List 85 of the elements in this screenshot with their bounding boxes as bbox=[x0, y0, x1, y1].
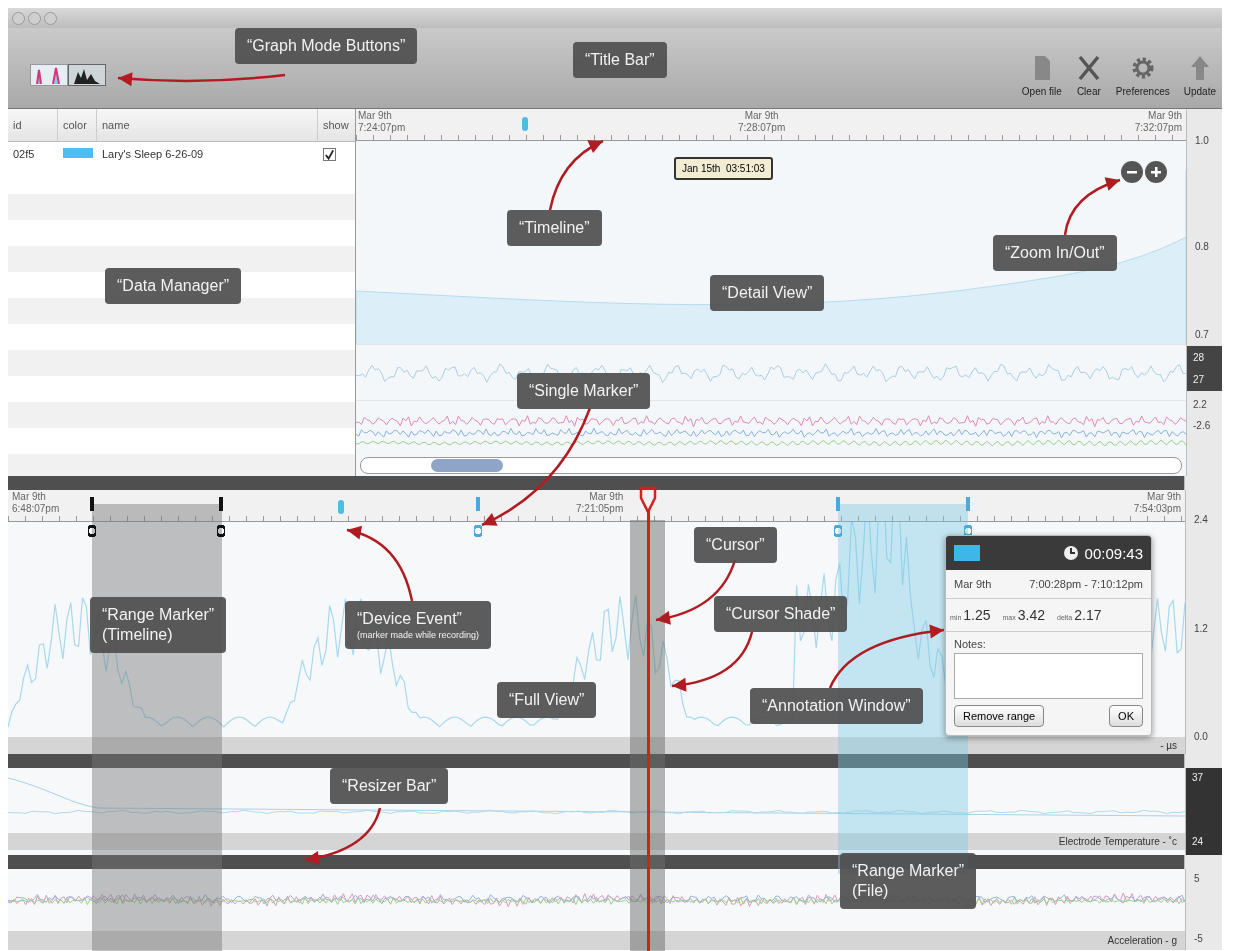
axis-label: -5 bbox=[1194, 933, 1204, 944]
callout-label: “Data Manager” bbox=[105, 268, 242, 304]
callout-label: “Range Marker” (File) bbox=[840, 853, 977, 909]
window-control-button[interactable] bbox=[12, 11, 25, 25]
pointer-arrow bbox=[548, 139, 604, 211]
notes-label: Notes: bbox=[954, 638, 987, 650]
axis-label: 5 bbox=[1194, 873, 1201, 884]
callout-label: “Device Event” (marker made while recording) bbox=[345, 601, 492, 649]
channel-label: Electrode Temperature - ˚c bbox=[1058, 836, 1177, 847]
stat-value: 1.25 bbox=[963, 607, 991, 623]
timeline[interactable]: Mar 9th 7:24:07pm Mar 9th 7:28:07pm Mar 9th 7:32:07pm bbox=[356, 109, 1186, 141]
pointer-arrow bbox=[1063, 177, 1121, 236]
resizer-bar[interactable] bbox=[8, 754, 1185, 768]
callout-label: “Cursor” bbox=[694, 527, 777, 563]
stat-value: 3.42 bbox=[1017, 607, 1045, 623]
time-tooltip: Jan 15th 03:51:03 bbox=[674, 157, 773, 180]
timeline-label: Mar 9th 7:21:05pm bbox=[576, 491, 624, 515]
channel-label: Acceleration - g bbox=[1107, 935, 1177, 946]
axis-label: 28 bbox=[1193, 351, 1206, 363]
event-marker-icon[interactable] bbox=[338, 500, 344, 514]
toolbar-button[interactable]: Clear bbox=[1075, 53, 1102, 97]
callout-label: “Cursor Shade” bbox=[714, 596, 848, 632]
marker-icon[interactable] bbox=[834, 497, 842, 537]
column-header[interactable]: name bbox=[97, 109, 318, 141]
axis-label: 0.0 bbox=[1194, 731, 1209, 742]
dialog-button[interactable]: OK bbox=[1109, 705, 1143, 727]
callout-label: “Range Marker” (Timeline) bbox=[90, 597, 227, 653]
horizontal-scrollbar[interactable] bbox=[360, 457, 1182, 474]
graph-mode-button[interactable] bbox=[68, 64, 106, 86]
color-swatch[interactable] bbox=[63, 148, 93, 158]
range-marker-icon[interactable] bbox=[217, 497, 225, 537]
show-checkbox[interactable] bbox=[323, 148, 336, 161]
callout-label: “Zoom In/Out” bbox=[993, 235, 1117, 271]
toolbar-button[interactable]: Update bbox=[1183, 53, 1216, 97]
timeline[interactable]: Mar 9th 6:48:07pm Mar 9th 7:21:05pm Mar 9th 7:54:03pm bbox=[8, 490, 1185, 522]
callout-label: “Full View” bbox=[497, 682, 597, 718]
clock-icon bbox=[1062, 545, 1079, 561]
axis-label: 1.2 bbox=[1194, 622, 1209, 634]
callout-label: “Detail View” bbox=[710, 275, 825, 311]
range-date: Mar 9th bbox=[954, 578, 992, 590]
column-header[interactable]: show bbox=[318, 109, 355, 141]
timeline-label: Mar 9th 7:28:07pm bbox=[738, 110, 786, 134]
marker-icon[interactable] bbox=[964, 497, 972, 537]
timeline-label: Mar 9th 7:24:07pm bbox=[358, 110, 406, 134]
callout-label: “Annotation Window” bbox=[750, 688, 923, 724]
range-marker-icon[interactable] bbox=[88, 497, 96, 537]
marker-icon[interactable] bbox=[474, 497, 482, 537]
callout-label: “Timeline” bbox=[507, 210, 602, 246]
axis-label: 2.2 bbox=[1193, 399, 1208, 410]
table-cell-text: Lary's Sleep 6-26-09 bbox=[101, 148, 205, 160]
toolbar-button[interactable]: Preferences bbox=[1115, 53, 1170, 97]
dialog-button[interactable]: Remove range bbox=[954, 705, 1045, 727]
callout-label: “Single Marker” bbox=[517, 373, 651, 409]
axis-label: 0.7 bbox=[1195, 329, 1209, 340]
duration-text: 00:09:43 bbox=[1084, 544, 1143, 562]
plus-icon bbox=[1151, 167, 1161, 177]
column-header[interactable]: id bbox=[8, 109, 58, 141]
scrollbar-thumb[interactable] bbox=[431, 459, 503, 473]
color-swatch[interactable] bbox=[954, 545, 980, 561]
channel-label: - µs bbox=[1160, 740, 1177, 751]
axis-label: 2.4 bbox=[1194, 514, 1209, 525]
axis-label: 1.0 bbox=[1195, 135, 1209, 146]
notes-field[interactable] bbox=[954, 653, 1143, 699]
window-control-button[interactable] bbox=[28, 11, 41, 25]
axis-label: -2.6 bbox=[1193, 420, 1212, 431]
axis-label: 24 bbox=[1192, 836, 1205, 847]
zoom-in-button[interactable] bbox=[1145, 161, 1167, 183]
stat-value: 2.17 bbox=[1074, 607, 1102, 623]
cursor-handle-icon[interactable] bbox=[639, 486, 657, 514]
timeline-label: Mar 9th 6:48:07pm bbox=[12, 491, 60, 515]
callout-label: “Resizer Bar” bbox=[330, 768, 449, 804]
zoom-out-button[interactable] bbox=[1121, 161, 1143, 183]
axis-label: 0.8 bbox=[1195, 241, 1209, 252]
axis-label: 27 bbox=[1193, 374, 1206, 386]
event-marker-icon[interactable] bbox=[522, 117, 528, 131]
column-header[interactable]: color bbox=[58, 109, 97, 141]
window-control-button[interactable] bbox=[44, 11, 57, 25]
table-cell-text: 02f5 bbox=[12, 148, 36, 160]
callout-label: “Title Bar” bbox=[573, 42, 667, 78]
timeline-label: Mar 9th 7:32:07pm bbox=[1134, 110, 1182, 134]
callout-label: “Graph Mode Buttons” bbox=[235, 28, 418, 64]
range-time: 7:00:28pm - 7:10:12pm bbox=[1029, 578, 1143, 590]
timeline-label: Mar 9th 7:54:03pm bbox=[1133, 491, 1181, 515]
axis-label: 37 bbox=[1192, 772, 1205, 783]
toolbar-button[interactable]: Open file bbox=[1021, 53, 1062, 97]
